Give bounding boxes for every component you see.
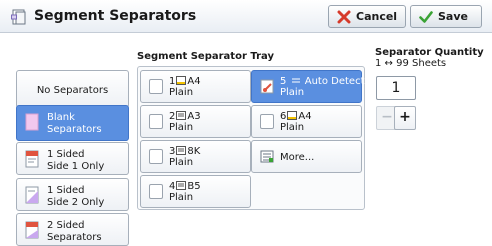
tray-6-button[interactable]: 6 A4 Plain [251, 105, 362, 138]
tray-size: A4 [187, 76, 201, 87]
one-sided-side1-label: 1 Sided Side 1 Only [47, 149, 105, 172]
two-sided-sheet-icon [25, 221, 39, 239]
more-button[interactable]: More... [251, 140, 362, 173]
quantity-field[interactable]: 1 [376, 76, 416, 100]
checkbox-icon [149, 79, 163, 94]
page-title: Segment Separators [34, 8, 197, 24]
tray-panel: 1 A4 Plain 2 A3 Plain 3 8K Plain 4 B5 Plain … [137, 66, 365, 210]
tray-type: Plain [280, 87, 305, 98]
more-label: More... [280, 152, 315, 163]
blank-separators-button[interactable]: Blank Separators [16, 105, 129, 141]
tray-number: 1 [169, 76, 176, 87]
no-separators-button[interactable]: No Separators [16, 70, 129, 108]
tray-number: 2 [169, 111, 176, 122]
two-sided-separators-button[interactable]: 2 Sided Separators [16, 213, 129, 246]
tray-number: 3 [169, 146, 176, 157]
blank-sheet-icon [25, 113, 39, 131]
tray-type: Plain [169, 192, 194, 203]
tray-type: Plain [169, 122, 194, 133]
tray-type: Plain [169, 157, 194, 168]
tray-type: Plain [280, 122, 305, 133]
paper-tray-icon [176, 181, 187, 190]
checkbox-icon [149, 149, 163, 164]
title-bar: Segment Separators Cancel Save [0, 0, 492, 33]
bypass-tray-icon [260, 79, 274, 94]
paper-tray-icon [287, 111, 298, 120]
bypass-icon [291, 78, 300, 83]
two-sided-separators-label: 2 Sided Separators [47, 220, 102, 243]
cancel-label: Cancel [356, 10, 398, 23]
checkbox-icon [149, 184, 163, 199]
tray-4-button[interactable]: 4 B5 Plain [140, 175, 251, 208]
tray-1-button[interactable]: 1 A4 Plain [140, 70, 251, 103]
checkbox-icon [149, 114, 163, 129]
paper-tray-icon [176, 76, 187, 85]
paper-tray-icon [176, 146, 187, 155]
side1-sheet-icon [25, 150, 39, 168]
tray-2-button[interactable]: 2 A3 Plain [140, 105, 251, 138]
tray-5-button[interactable]: 5 Auto Detect Plain [251, 70, 365, 103]
side2-sheet-icon [25, 186, 39, 204]
tray-size: A3 [187, 111, 201, 122]
paper-tray-icon [176, 111, 187, 120]
tray-type: Plain [169, 87, 194, 98]
no-separators-label: No Separators [36, 85, 109, 96]
save-button[interactable]: Save [410, 5, 482, 28]
tray-3-button[interactable]: 3 8K Plain [140, 140, 251, 173]
document-icon [11, 9, 26, 25]
tray-size: B5 [187, 181, 201, 192]
checkbox-icon [260, 114, 274, 129]
one-sided-side1-button[interactable]: 1 Sided Side 1 Only [16, 142, 129, 175]
tray-size: A4 [298, 111, 312, 122]
save-label: Save [438, 10, 468, 23]
close-icon [337, 10, 351, 24]
tray-section-label: Segment Separator Tray [137, 51, 274, 62]
one-sided-side2-button[interactable]: 1 Sided Side 2 Only [16, 178, 129, 211]
more-trays-icon [260, 150, 274, 163]
quantity-label: Separator Quantity [375, 47, 484, 58]
one-sided-side2-label: 1 Sided Side 2 Only [47, 185, 105, 208]
checkmark-icon [419, 11, 433, 23]
tray-number: 5 [280, 76, 287, 87]
tray-size: 8K [187, 146, 201, 157]
quantity-label-group: Separator Quantity 1 ↔ 99 Sheets [375, 47, 484, 69]
tray-number: 6 [280, 111, 287, 122]
blank-separators-label: Blank Separators [47, 112, 102, 135]
tray-size: Auto Detect [304, 76, 365, 87]
increment-button[interactable]: + [394, 106, 416, 130]
cancel-button[interactable]: Cancel [328, 5, 406, 28]
quantity-range: 1 ↔ 99 Sheets [375, 58, 447, 69]
tray-number: 4 [169, 181, 176, 192]
